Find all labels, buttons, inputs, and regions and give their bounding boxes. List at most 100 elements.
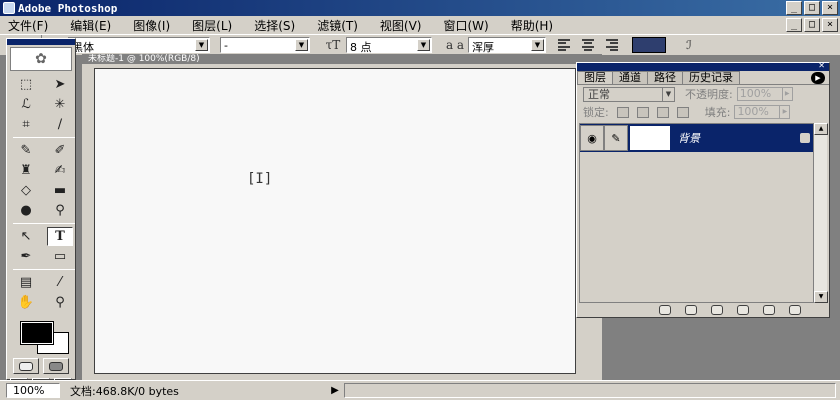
font-family-select[interactable]: 黑体 ▼	[68, 37, 210, 54]
layer-style-icon[interactable]	[659, 305, 671, 315]
font-size-select[interactable]: 8 点 ▼	[346, 37, 432, 54]
lock-transparency-icon[interactable]	[616, 106, 629, 118]
tab-paths[interactable]: 路径	[647, 71, 683, 84]
panel-menu-icon[interactable]: ▶	[811, 72, 825, 84]
document-title[interactable]: 未标题-1 @ 100%(RGB/8)	[82, 54, 602, 64]
clone-stamp-tool-icon[interactable]: ♜	[13, 161, 39, 180]
layer-row-background[interactable]: ◉ ✎ 背景	[580, 124, 814, 152]
new-layer-icon[interactable]	[763, 305, 775, 315]
foreground-color[interactable]	[20, 321, 54, 345]
chevron-down-icon: ▼	[417, 39, 430, 51]
adjustment-layer-icon[interactable]	[737, 305, 749, 315]
menu-bar: 文件(F) 编辑(E) 图像(I) 图层(L) 选择(S) 滤镜(T) 视图(V…	[0, 16, 840, 34]
lock-all-icon[interactable]	[676, 106, 689, 118]
text-color-swatch[interactable]	[632, 37, 666, 53]
menu-image[interactable]: 图像(I)	[133, 17, 170, 34]
antialias-select[interactable]: 浑厚 ▼	[468, 37, 546, 54]
magic-wand-tool-icon[interactable]: ✳	[47, 95, 73, 114]
hand-tool-icon[interactable]: ✋	[13, 293, 39, 312]
tab-history[interactable]: 历史记录	[682, 71, 740, 84]
align-left-button[interactable]	[556, 38, 574, 52]
warp-text-icon[interactable]: ℐ	[676, 38, 702, 52]
canvas[interactable]: [I]	[94, 68, 576, 374]
blur-tool-icon[interactable]: ●	[13, 201, 39, 220]
notes-tool-icon[interactable]: ▤	[13, 273, 39, 292]
eraser-tool-icon[interactable]: ◇	[13, 181, 39, 200]
color-swatches	[13, 318, 69, 354]
lock-position-icon[interactable]	[656, 106, 669, 118]
toolbox: ✿ ⬚ ➤ ℒ ✳ ⌗ ∕ ✎ ✐ ♜ ✍ ◇ ▬ ● ⚲ ↖ T ✒ ▭ ▤ …	[6, 38, 76, 400]
tool-grid: ⬚ ➤ ℒ ✳ ⌗ ∕ ✎ ✐ ♜ ✍ ◇ ▬ ● ⚲ ↖ T ✒ ▭ ▤ ⁄ …	[7, 73, 75, 314]
eye-icon[interactable]: ◉	[580, 125, 604, 151]
opacity-input[interactable]: 100% ▶	[736, 87, 793, 101]
layer-mask-icon[interactable]	[685, 305, 697, 315]
align-center-button[interactable]	[580, 38, 598, 52]
shape-tool-icon[interactable]: ▭	[47, 247, 73, 266]
scroll-up-icon[interactable]: ▲	[814, 123, 828, 135]
menu-view[interactable]: 视图(V)	[380, 17, 422, 34]
options-bar: T ↨T 黑体 ▼ - ▼ τT 8 点 ▼ a a 浑厚 ▼ ℐ	[0, 34, 840, 56]
fill-value: 100%	[737, 105, 769, 118]
tab-layers[interactable]: 图层	[577, 71, 613, 84]
healing-brush-tool-icon[interactable]: ✎	[13, 141, 39, 160]
doc-minimize-button[interactable]: _	[786, 18, 802, 32]
standard-mode-button[interactable]	[13, 358, 39, 374]
opacity-label: 不透明度:	[685, 88, 733, 101]
close-button[interactable]: ×	[822, 1, 838, 15]
menu-file[interactable]: 文件(F)	[8, 17, 48, 34]
menu-select[interactable]: 选择(S)	[254, 17, 295, 34]
trash-icon[interactable]	[789, 305, 801, 315]
menu-filter[interactable]: 滤镜(T)	[317, 17, 358, 34]
quick-mask-mode-button[interactable]	[43, 358, 69, 374]
marquee-tool-icon[interactable]: ⬚	[13, 75, 39, 94]
new-set-icon[interactable]	[711, 305, 723, 315]
panel-tabs: 图层 通道 路径 历史记录 ▶	[577, 71, 829, 85]
history-brush-tool-icon[interactable]: ✍	[47, 161, 73, 180]
font-style-select[interactable]: - ▼	[220, 37, 310, 53]
eyedropper-tool-icon[interactable]: ⁄	[47, 273, 73, 292]
chevron-down-icon: ▼	[195, 39, 208, 51]
dodge-tool-icon[interactable]: ⚲	[47, 201, 73, 220]
menu-layer[interactable]: 图层(L)	[192, 17, 232, 34]
panel-close-icon[interactable]: ✕	[818, 62, 825, 70]
panel-footer	[577, 303, 829, 317]
slice-tool-icon[interactable]: ∕	[47, 115, 73, 134]
menu-window[interactable]: 窗口(W)	[443, 17, 488, 34]
panel-grip[interactable]: ✕	[577, 62, 829, 71]
chevron-right-icon: ▶	[779, 106, 789, 118]
info-menu-arrow-icon[interactable]: ▶	[326, 385, 344, 396]
window-controls: _ □ ×	[786, 1, 838, 15]
minimize-button[interactable]: _	[786, 1, 802, 15]
align-right-button[interactable]	[604, 38, 622, 52]
brush-link-icon[interactable]: ✎	[604, 125, 628, 151]
lock-pixels-icon[interactable]	[636, 106, 649, 118]
chevron-down-icon: ▼	[531, 39, 544, 51]
pen-tool-icon[interactable]: ✒	[13, 247, 39, 266]
path-selection-tool-icon[interactable]: ↖	[13, 227, 39, 246]
type-tool-icon[interactable]: T	[47, 227, 73, 246]
blend-mode-select[interactable]: 正常 ▼	[583, 86, 675, 102]
menu-edit[interactable]: 编辑(E)	[70, 17, 111, 34]
tab-channels[interactable]: 通道	[612, 71, 648, 84]
crop-tool-icon[interactable]: ⌗	[13, 115, 39, 134]
zoom-input[interactable]: 100%	[6, 383, 60, 398]
blend-opacity-row: 正常 ▼ 不透明度: 100% ▶	[577, 85, 829, 103]
doc-maximize-button[interactable]: □	[804, 18, 820, 32]
text-cursor-icon: [I]	[247, 171, 273, 187]
title-bar: Adobe Photoshop _ □ ×	[0, 0, 840, 16]
antialias-icon: a a	[445, 38, 465, 52]
scroll-down-icon[interactable]: ▼	[814, 291, 828, 303]
layer-scrollbar[interactable]: ▲ ▼	[813, 123, 828, 303]
lasso-tool-icon[interactable]: ℒ	[13, 95, 39, 114]
menu-help[interactable]: 帮助(H)	[511, 17, 553, 34]
adobe-logo-icon[interactable]: ✿	[10, 47, 72, 71]
zoom-tool-icon[interactable]: ⚲	[47, 293, 73, 312]
toolbox-grip[interactable]	[7, 39, 75, 45]
move-tool-icon[interactable]: ➤	[47, 75, 73, 94]
lock-icon	[800, 133, 810, 143]
gradient-tool-icon[interactable]: ▬	[47, 181, 73, 200]
brush-tool-icon[interactable]: ✐	[47, 141, 73, 160]
maximize-button[interactable]: □	[804, 1, 820, 15]
doc-close-button[interactable]: ×	[822, 18, 838, 32]
fill-input[interactable]: 100% ▶	[734, 105, 791, 119]
